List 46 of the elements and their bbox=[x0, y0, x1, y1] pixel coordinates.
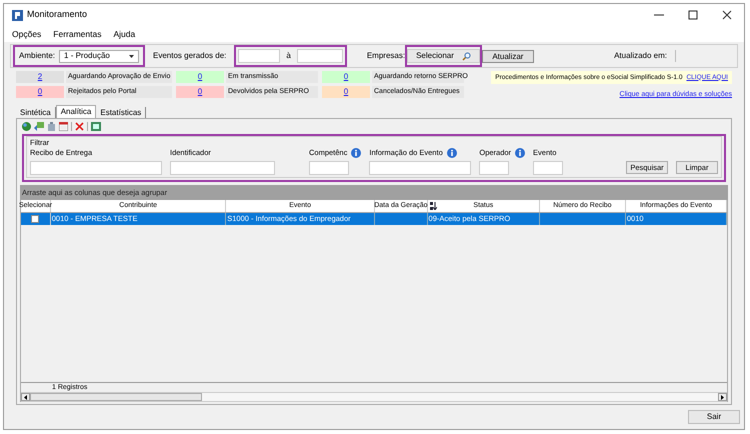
filter-field[interactable] bbox=[369, 160, 472, 175]
count-link[interactable]: 0 bbox=[176, 86, 224, 98]
reply-icon[interactable] bbox=[34, 122, 44, 130]
maximize-icon[interactable] bbox=[688, 10, 698, 20]
count-link[interactable]: 0 bbox=[322, 86, 370, 98]
selecionar-button[interactable]: Selecionar bbox=[407, 49, 480, 63]
delete-icon[interactable] bbox=[75, 122, 84, 130]
eventos-label: Eventos gerados de: bbox=[153, 50, 226, 62]
globe-icon[interactable] bbox=[22, 122, 31, 130]
horizontal-scrollbar[interactable] bbox=[21, 392, 727, 402]
left-arrow-icon[interactable] bbox=[24, 394, 27, 400]
filter-field[interactable] bbox=[479, 160, 510, 175]
ambiente-label: Ambiente: bbox=[19, 50, 56, 62]
tab[interactable]: Analítica bbox=[56, 104, 96, 118]
atualizar-button[interactable]: Atualizar bbox=[482, 50, 534, 62]
filter-field[interactable] bbox=[30, 160, 162, 175]
count-link[interactable]: 0 bbox=[322, 71, 370, 83]
dropdown-arrow-icon bbox=[129, 54, 134, 58]
empresas-label: Empresas: bbox=[366, 50, 406, 62]
right-arrow-icon[interactable] bbox=[721, 394, 724, 400]
filter-field[interactable] bbox=[170, 160, 275, 175]
sort-icon bbox=[430, 202, 437, 210]
close-icon[interactable] bbox=[722, 10, 732, 20]
exit-button[interactable]: Sair bbox=[688, 410, 740, 424]
date-from-field[interactable] bbox=[238, 49, 280, 63]
info-icon[interactable] bbox=[446, 148, 457, 158]
info-icon[interactable] bbox=[351, 148, 362, 158]
calendar-icon[interactable] bbox=[59, 122, 68, 130]
window-title: Monitoramento bbox=[27, 8, 88, 22]
app-logo-icon bbox=[12, 10, 23, 20]
filter-field[interactable] bbox=[309, 160, 349, 175]
search-icon bbox=[462, 52, 471, 60]
ambiente-dropdown[interactable]: 1 - Produção bbox=[59, 50, 139, 62]
count-link[interactable]: 0 bbox=[176, 71, 224, 83]
filter-field[interactable] bbox=[533, 160, 564, 175]
menu-item[interactable]: Ajuda bbox=[113, 28, 136, 40]
export-icon[interactable] bbox=[91, 122, 101, 130]
info-icon[interactable] bbox=[515, 148, 526, 158]
menu-item[interactable]: Ferramentas bbox=[53, 28, 102, 40]
date-to-field[interactable] bbox=[296, 49, 343, 63]
ate-label: à bbox=[286, 50, 291, 62]
row-checkbox[interactable] bbox=[31, 214, 40, 223]
atualizado-label: Atualizado em: bbox=[614, 50, 667, 62]
count-link[interactable]: 0 bbox=[16, 86, 64, 98]
count-link[interactable]: 2 bbox=[16, 71, 64, 83]
menu-item[interactable]: Opções bbox=[12, 28, 42, 40]
